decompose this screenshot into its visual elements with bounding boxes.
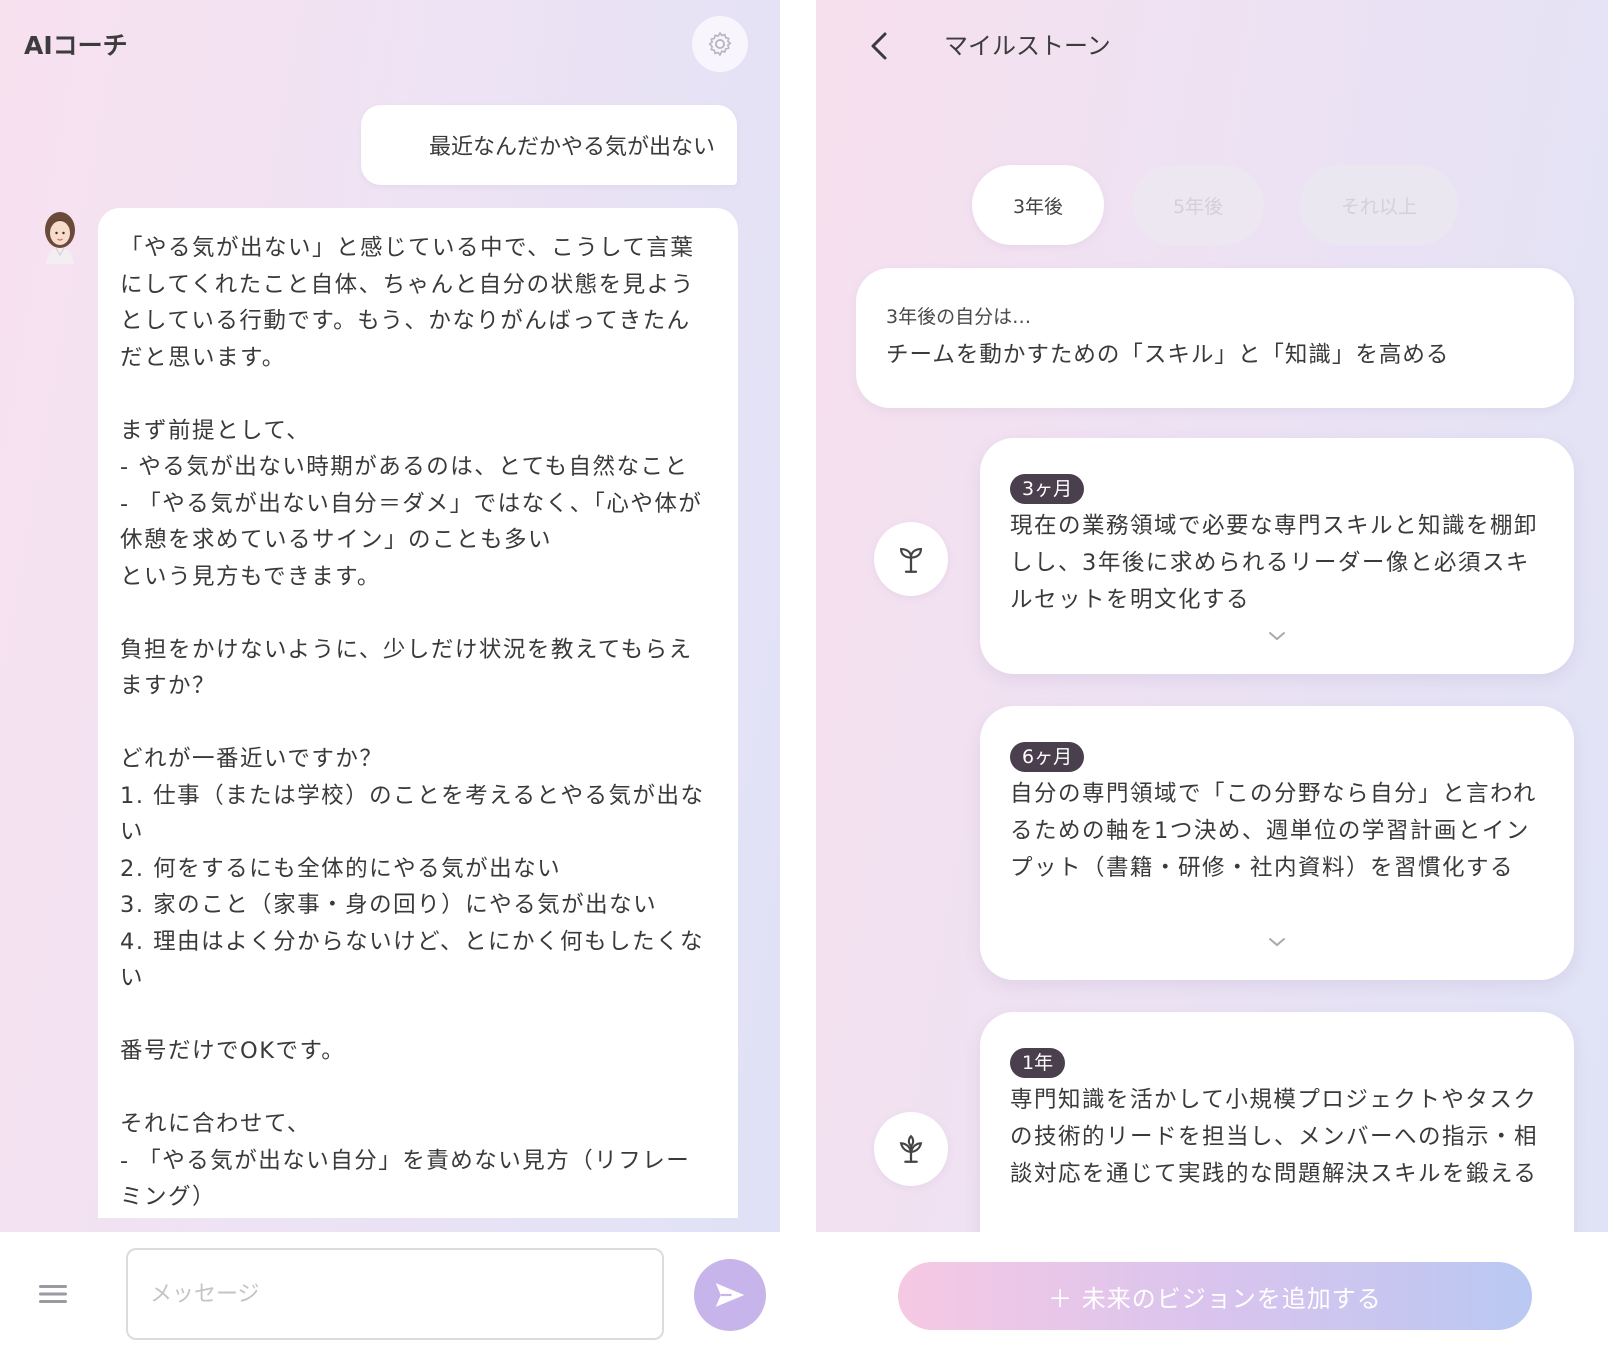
sprout-icon — [900, 548, 922, 573]
tab-label: 5年後 — [1172, 195, 1224, 218]
milestone-title: マイルストーン — [944, 32, 1111, 60]
menu-icon[interactable] — [36, 1283, 70, 1305]
send-button[interactable] — [694, 1259, 766, 1331]
gear-icon — [708, 32, 732, 56]
milestone-badge: 1年 — [1010, 1048, 1066, 1078]
tab-3-years[interactable]: 3年後 — [972, 165, 1104, 245]
milestone-badge: 3ヶ月 — [1010, 474, 1085, 504]
milestone-card[interactable]: 3ヶ月 現在の業務領域で必要な専門スキルと知識を棚卸しし、3年後に求められるリー… — [980, 438, 1574, 674]
vision-text: チームを動かすための「スキル」と「知識」を高める — [886, 342, 1450, 368]
coach-avatar — [45, 212, 75, 264]
tab-label: それ以上 — [1340, 195, 1417, 218]
user-message-bubble: 最近なんだかやる気が出ない — [361, 105, 737, 185]
add-vision-button[interactable]: ＋ 未来のビジョンを追加する — [898, 1262, 1532, 1330]
milestone-text: 専門知識を活かして小規模プロジェクトやタスクの技術的リードを担当し、メンバーへの… — [1010, 1087, 1539, 1187]
tab-5-years[interactable]: 5年後 — [1132, 165, 1264, 245]
milestone-card[interactable]: 6ヶ月 自分の専門領域で「この分野なら自分」と言われるための軸を1つ決め、週単位… — [980, 706, 1574, 980]
milestone-text: 自分の専門領域で「この分野なら自分」と言われるための軸を1つ決め、週単位の学習計… — [1010, 781, 1537, 881]
tab-label: 3年後 — [1012, 195, 1064, 218]
coach-message-text: 「やる気が出ない」と感じている中で、こうして言葉にしてくれたこと自体、ちゃんと自… — [120, 235, 705, 1210]
user-message-text: 最近なんだかやる気が出ない — [428, 135, 715, 160]
chevron-down-icon[interactable] — [1268, 936, 1286, 948]
milestone-text: 現在の業務領域で必要な専門スキルと知識を棚卸しし、3年後に求められるリーダー像と… — [1010, 513, 1539, 613]
back-button[interactable] — [852, 18, 908, 74]
vision-label: 3年後の自分は… — [886, 306, 1032, 328]
message-input[interactable] — [126, 1248, 664, 1340]
chevron-down-icon[interactable] — [1268, 630, 1286, 642]
vision-card: 3年後の自分は… チームを動かすための「スキル」と「知識」を高める — [856, 268, 1574, 408]
milestone-screen: マイルストーン 3年後 5年後 それ以上 3年後の自分は… チームを動かすための… — [816, 0, 1608, 1350]
milestone-icon-button — [874, 1112, 948, 1186]
plant-icon — [899, 1134, 923, 1163]
send-icon — [715, 1283, 745, 1307]
milestone-badge: 6ヶ月 — [1010, 742, 1085, 772]
tab-beyond[interactable]: それ以上 — [1300, 165, 1458, 245]
coach-message-bubble: 「やる気が出ない」と感じている中で、こうして言葉にしてくれたこと自体、ちゃんと自… — [98, 208, 738, 1218]
settings-button[interactable] — [692, 16, 748, 72]
ai-coach-chat-screen: AIコーチ 最近なんだかやる気が出ない 「やる気が出ない」と感じている中で、こう… — [0, 0, 780, 1350]
chat-title: AIコーチ — [24, 31, 128, 60]
panel-divider — [780, 0, 816, 1350]
chat-header: AIコーチ — [0, 0, 780, 90]
chevron-left-icon — [871, 32, 887, 60]
milestone-icon-button — [874, 522, 948, 596]
